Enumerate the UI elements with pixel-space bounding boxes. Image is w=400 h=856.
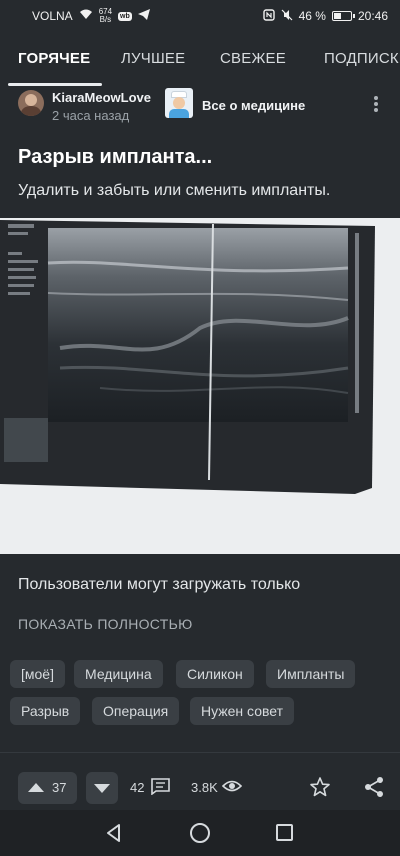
battery-fill [333,13,341,19]
tab-fresh[interactable]: СВЕЖЕЕ [220,50,286,67]
telegram-icon [137,9,150,23]
mute-icon [281,9,293,24]
home-icon[interactable] [190,823,210,843]
upvote-count: 37 [52,780,67,795]
doctor-coat [169,109,189,118]
battery-percent: 46 % [298,9,326,23]
tag-chip[interactable]: Разрыв [10,697,81,725]
author-avatar[interactable] [18,90,44,116]
eye-icon [221,778,243,794]
tag-chip[interactable]: Нужен совет [190,697,294,725]
comments-count[interactable]: 42 [130,780,144,795]
recent-apps-icon[interactable] [276,824,293,841]
divider [0,752,400,753]
show-more-link[interactable]: ПОКАЗАТЬ ПОЛНОСТЬЮ [18,616,193,632]
tag-chip[interactable]: [моё] [10,660,65,688]
author-name[interactable]: KiaraMeowLove [52,90,151,105]
arrow-up-icon [28,783,44,792]
tag-chip[interactable]: Медицина [74,660,163,688]
tab-hot[interactable]: ГОРЯЧЕЕ [18,50,90,67]
views-count: 3.8K [191,780,218,795]
share-icon[interactable] [363,776,385,798]
status-bar: VOLNA 674 B/s wb 46 % 20:46 [0,0,400,32]
network-speed: 674 B/s [99,8,112,24]
tag-chip[interactable]: Импланты [266,660,356,688]
ultrasound-image[interactable] [0,218,400,554]
carrier-name: VOLNA [32,9,73,23]
downvote-button[interactable] [86,772,118,804]
feed-tabs: ГОРЯЧЕЕ ЛУЧШЕЕ СВЕЖЕЕ ПОДПИСКИ [0,36,400,88]
upvote-button[interactable]: 37 [18,772,77,804]
comment-icon[interactable] [151,778,170,796]
tag-chip[interactable]: Силикон [176,660,254,688]
vk-icon: wb [118,11,132,21]
post-actions: 37 42 3.8K [0,768,400,808]
nfc-icon [262,8,275,24]
arrow-down-icon [94,784,110,793]
post-body: Пользователи могут загружать только [18,576,301,593]
tab-subscriptions[interactable]: ПОДПИСКИ [324,50,400,67]
star-icon[interactable] [309,776,331,798]
post-time: 2 часа назад [52,108,130,123]
post-title[interactable]: Разрыв импланта... [18,146,212,169]
tag-chip[interactable]: Операция [92,697,180,725]
clock: 20:46 [357,9,388,23]
battery-icon [331,11,355,21]
wifi-icon [79,9,93,23]
speed-unit: B/s [99,15,112,24]
post-header: KiaraMeowLove 2 часа назад Все о медицин… [0,86,400,126]
back-icon[interactable] [104,823,124,843]
system-nav-bar [0,810,400,856]
doctor-head [173,97,185,109]
community-avatar[interactable] [165,88,193,118]
post-subtitle: Удалить и забыть или сменить импланты. [18,182,331,199]
community-name[interactable]: Все о медицине [202,98,305,113]
tab-best[interactable]: ЛУЧШЕЕ [121,50,185,67]
more-options-icon[interactable] [372,96,380,114]
